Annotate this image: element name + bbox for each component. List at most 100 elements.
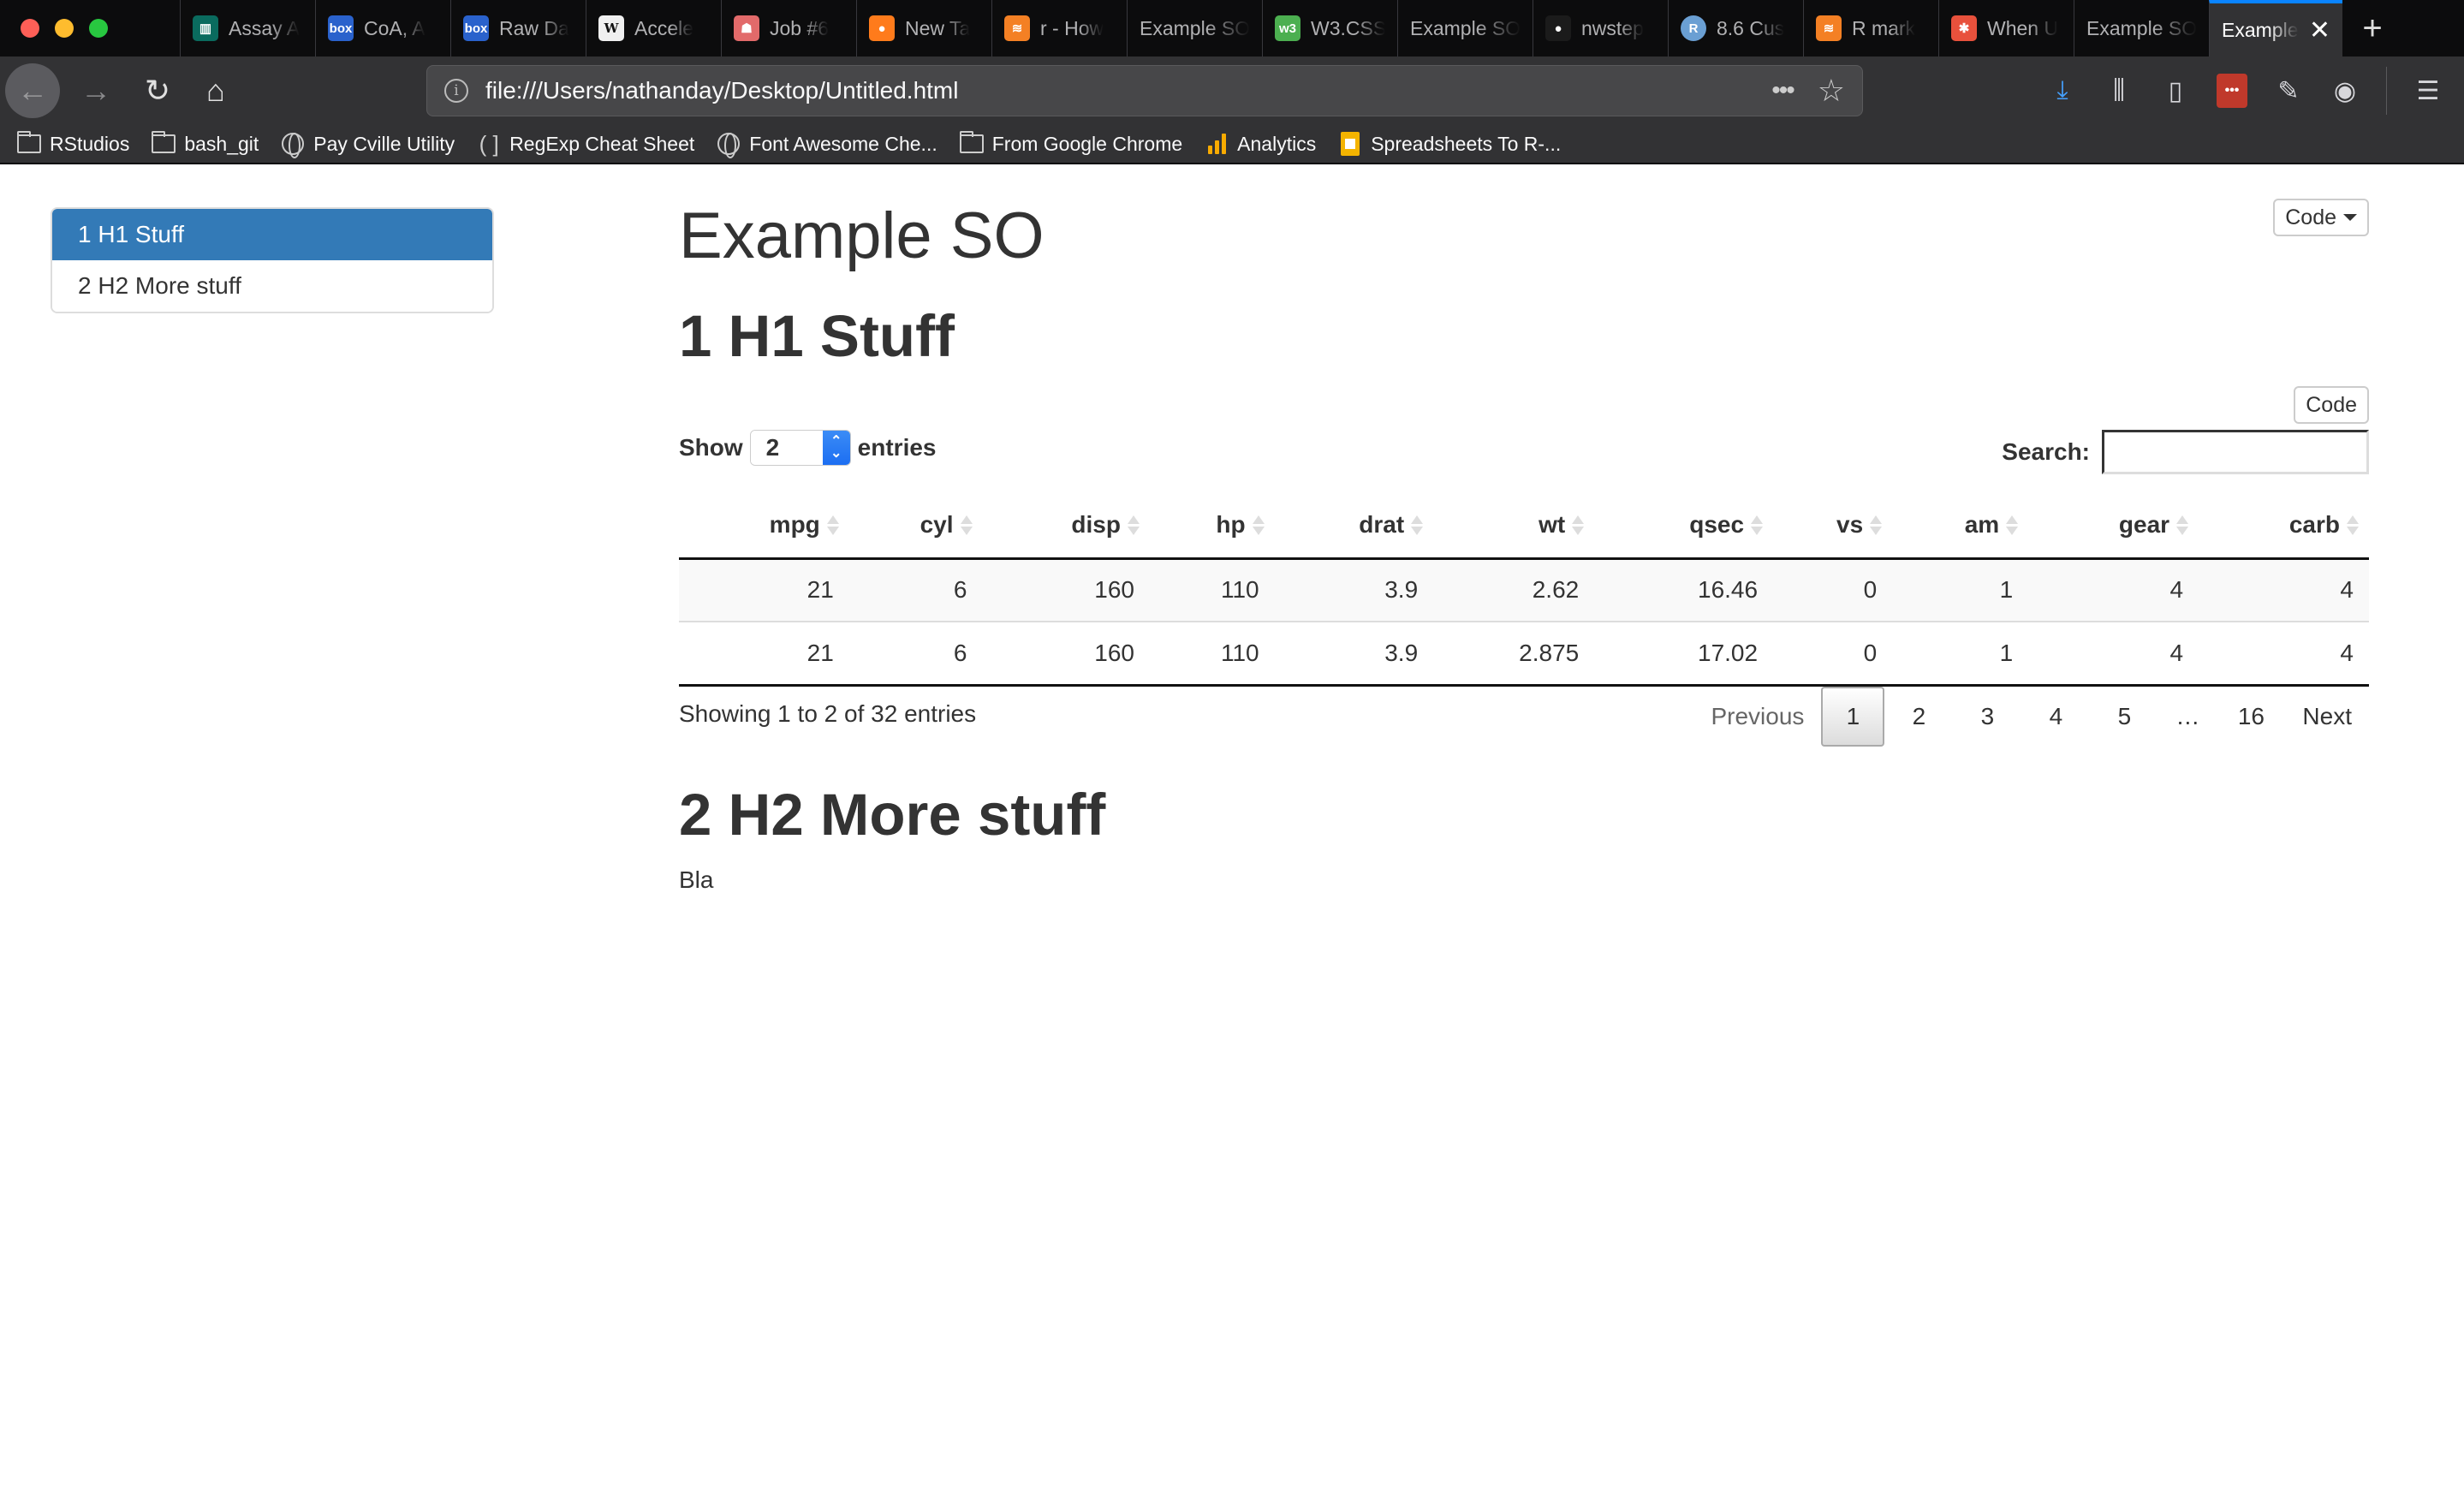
pagination-page[interactable]: 5 [2090,687,2158,747]
table-cell: 0 [1773,622,1893,687]
sort-up-arrow [826,515,839,524]
pagination-page[interactable]: 4 [2021,687,2090,747]
new-tab-button[interactable]: + [2342,9,2402,48]
bookmark-item[interactable]: ( ] RegExp Cheat Sheet [477,131,695,157]
url-text[interactable]: file:///Users/nathanday/Desktop/Untitled… [485,77,1771,104]
download-icon[interactable]: ⤓ [2047,74,2078,108]
pen-icon[interactable]: ✎ [2273,74,2304,108]
window-maximize-button[interactable] [89,19,108,38]
data-table: mpg cyl disp hp drat wt qsec vs am gear carb 21 6 16… [679,493,2369,687]
sort-up-arrow [1411,515,1424,524]
r-icon: R [1681,15,1706,41]
browser-tab[interactable]: Example SO ✕ [2209,0,2342,57]
globe-shape [717,133,741,158]
browser-tab[interactable]: W Accele [586,0,721,57]
arrow-right-icon: → [80,73,111,108]
folder-shape [152,131,176,153]
column-header-qsec[interactable]: qsec [1594,493,1774,560]
table-cell: 160 [982,558,1150,622]
browser-tab[interactable]: ● nwstep [1533,0,1668,57]
firefox-icon: ● [869,15,895,41]
browser-tab[interactable]: ≋ r - How [991,0,1127,57]
code-menu-button[interactable]: Code [2273,199,2369,236]
globe-icon [281,133,305,158]
table-cell: 0 [1773,558,1893,622]
page-actions-icon[interactable]: ••• [1771,76,1794,105]
bookmark-item[interactable]: Font Awesome Che... [717,133,937,158]
pagination-page[interactable]: 3 [1953,687,2021,747]
bookmark-label: Spreadsheets To R-... [1371,132,1562,155]
sidebar-icon[interactable]: ▯ [2160,74,2191,108]
toc-item[interactable]: 2 H2 More stuff [52,260,492,312]
column-header-hp[interactable]: hp [1149,493,1275,560]
browser-tab[interactable]: ✱ When U [1938,0,2074,57]
lastpass-icon[interactable]: ••• [2217,74,2247,108]
info-icon[interactable]: i [444,79,468,103]
table-cell: 160 [982,622,1150,687]
column-header-drat[interactable]: drat [1274,493,1434,560]
window-minimize-button[interactable] [55,19,74,38]
pagination-next[interactable]: Next [2285,687,2369,747]
wikipedia-icon: W [598,15,624,41]
column-header-am[interactable]: am [1892,493,2029,560]
hamburger-menu-icon[interactable]: ☰ [2413,74,2443,108]
sort-up-arrow [1870,515,1883,524]
column-header-vs[interactable]: vs [1773,493,1893,560]
browser-tab[interactable]: w3 W3.CSS [1262,0,1397,57]
window-controls [0,19,180,38]
toolbar-separator [2386,67,2387,115]
bookmark-item[interactable]: Analytics [1205,133,1316,156]
table-row: 21 6 160 110 3.9 2.62 16.46 0 1 4 4 [679,558,2369,622]
toolbar-icons: ⤓ ⫼ ▯ ••• ✎ ◉ ☰ [2047,57,2464,125]
folder-shape [17,131,41,153]
address-bar[interactable]: i file:///Users/nathanday/Desktop/Untitl… [426,65,1863,116]
column-header-carb[interactable]: carb [2199,493,2369,560]
code-chunk-button[interactable]: Code [2294,386,2369,424]
tab-label: r - How [1040,16,1104,39]
browser-tab[interactable]: Example SO [1127,0,1262,57]
reload-button[interactable]: ↻ [130,63,185,118]
column-header-gear[interactable]: gear [2028,493,2199,560]
close-tab-icon[interactable]: ✕ [2309,15,2330,45]
entries-select[interactable]: 2 ⌃ ⌄ [749,430,851,466]
code-chunk-label: Code [2306,392,2357,417]
bookmark-item[interactable]: Spreadsheets To R-... [1338,132,1562,156]
browser-tab[interactable]: ☗ Job #6 [721,0,856,57]
browser-tab[interactable]: ▥ Assay A [180,0,315,57]
browser-tab[interactable]: Example SO [1397,0,1533,57]
sheets-shape [1341,132,1360,156]
bookmark-item[interactable]: bash_git [152,131,259,156]
toc-item[interactable]: 1 H1 Stuff [52,209,492,260]
home-button[interactable]: ⌂ [188,63,243,118]
browser-tab[interactable]: ● New Ta [856,0,991,57]
column-header-mpg[interactable]: mpg [679,493,849,560]
account-icon[interactable]: ◉ [2330,74,2360,108]
browser-tab[interactable]: box CoA, A [315,0,450,57]
folder-icon [17,131,41,155]
browser-tab[interactable]: box Raw Da [450,0,586,57]
pagination-page-last[interactable]: 16 [2217,687,2285,747]
entries-length-control: Show 2 ⌃ ⌄ entries [679,430,937,466]
bookmark-item[interactable]: RStudios [17,131,129,156]
pagination-page[interactable]: 2 [1884,687,1953,747]
pagination: Previous 1 2 3 4 5 … 16 Next [1693,687,2369,747]
forward-button[interactable]: → [68,63,123,118]
column-header-wt[interactable]: wt [1433,493,1595,560]
library-icon[interactable]: ⫼ [2104,74,2134,108]
sort-icon [1572,515,1585,535]
bookmark-star-icon[interactable]: ☆ [1818,73,1845,109]
column-header-cyl[interactable]: cyl [848,493,983,560]
browser-tab[interactable]: R 8.6 Cus [1668,0,1803,57]
section-heading-2: 2 H2 More stuff [679,782,1106,848]
back-button[interactable]: ← [5,63,60,118]
search-input[interactable] [2102,430,2369,474]
browser-tab[interactable]: Example SO [2074,0,2209,57]
table-header-row: mpg cyl disp hp drat wt qsec vs am gear carb [679,493,2369,560]
bookmark-item[interactable]: Pay Cville Utility [281,133,455,158]
window-close-button[interactable] [21,19,39,38]
pagination-page[interactable]: 1 [1821,687,1885,747]
column-header-disp[interactable]: disp [982,493,1150,560]
pagination-previous[interactable]: Previous [1693,687,1821,747]
bookmark-item[interactable]: From Google Chrome [959,131,1182,156]
browser-tab[interactable]: ≋ R mark [1803,0,1938,57]
